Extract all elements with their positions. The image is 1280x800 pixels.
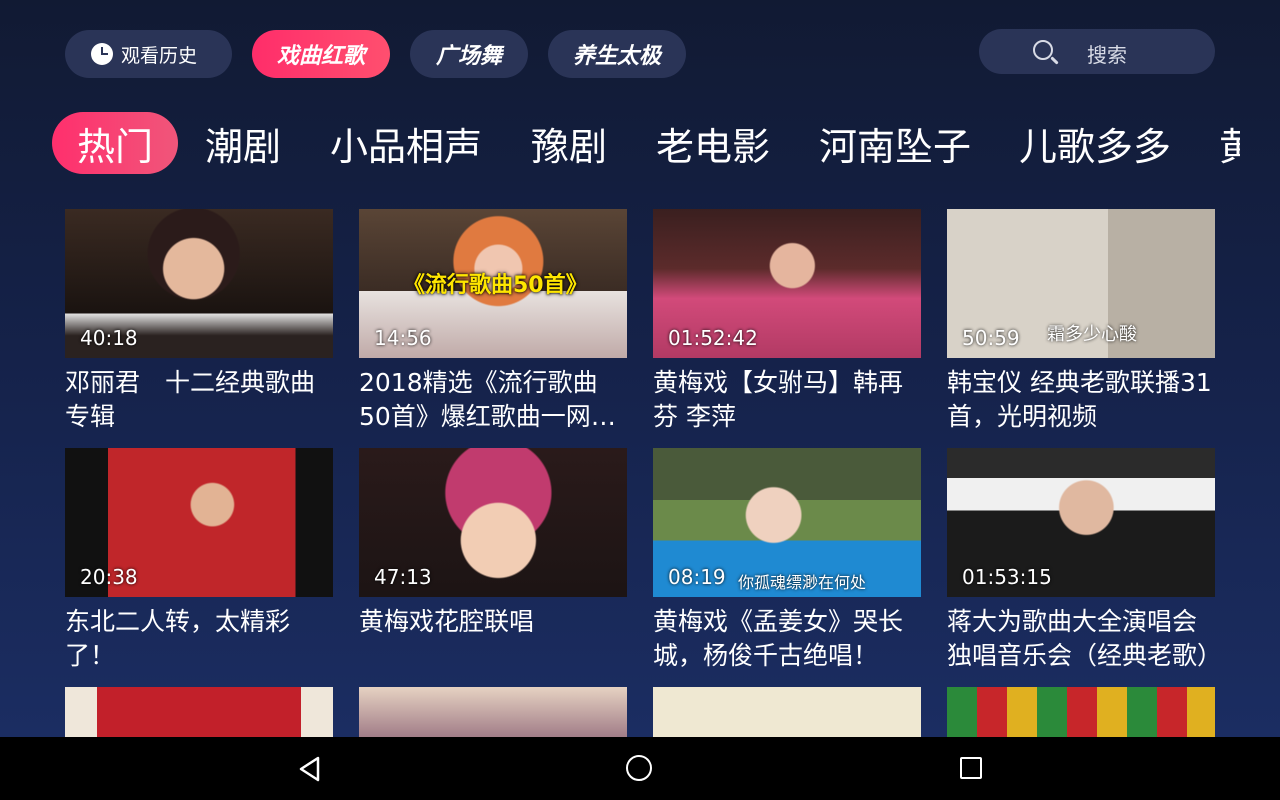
video-duration: 50:59 (962, 326, 1020, 350)
tab-henan-zhuizi[interactable]: 河南坠子 (819, 112, 971, 174)
video-title: 黄梅戏《孟姜女》哭长城，杨俊千古绝唱！ (653, 607, 904, 670)
video-thumbnail (359, 687, 627, 737)
video-grid: 40:18 邓丽君 十二经典歌曲专辑 《流行歌曲50首》 14:56 2018精… (0, 209, 1280, 737)
search-box[interactable]: 搜索 (979, 29, 1215, 74)
chip-taichi[interactable]: 养生太极 (548, 30, 686, 78)
tab-old-movies[interactable]: 老电影 (656, 112, 770, 174)
video-thumbnail (65, 687, 333, 737)
video-card[interactable]: 01:53:15 蒋大为歌曲大全演唱会独唱音乐会（经典老歌） (947, 448, 1215, 673)
video-card[interactable] (359, 687, 627, 737)
video-duration: 08:19 (668, 565, 726, 589)
top-bar: 观看历史 戏曲红歌 广场舞 养生太极 搜索 (0, 0, 1280, 100)
video-title: 黄梅戏【女驸马】韩再芬 李萍 (653, 368, 904, 431)
video-card[interactable]: 01:52:42 黄梅戏【女驸马】韩再芬 李萍 (653, 209, 921, 434)
recents-icon[interactable] (958, 755, 986, 783)
chip-square-dance[interactable]: 广场舞 (410, 30, 528, 78)
video-title: 黄梅戏花腔联唱 (359, 607, 535, 636)
tab-huangmei[interactable]: 黄 (1219, 112, 1240, 174)
thumbnail-caption: 霜多少心酸 (1047, 324, 1137, 345)
video-thumbnail: 01:52:42 (653, 209, 921, 358)
search-icon (1033, 40, 1053, 60)
video-thumbnail (947, 687, 1215, 737)
video-thumbnail: 霜多少心酸 50:59 (947, 209, 1215, 358)
video-title: 韩宝仪 经典老歌联播31首，光明视频 (947, 368, 1212, 431)
tab-hot[interactable]: 热门 (52, 112, 178, 174)
tab-kids-songs[interactable]: 儿歌多多 (1019, 112, 1171, 174)
video-title: 东北二人转，太精彩了！ (65, 607, 291, 670)
video-card[interactable]: 47:13 黄梅戏花腔联唱 (359, 448, 627, 673)
video-duration: 14:56 (374, 326, 432, 350)
search-placeholder: 搜索 (1087, 43, 1127, 67)
video-duration: 01:53:15 (962, 565, 1052, 589)
tab-henan-opera[interactable]: 豫剧 (531, 112, 607, 174)
clock-icon (91, 43, 113, 65)
chip-opera-red-songs[interactable]: 戏曲红歌 (252, 30, 390, 78)
thumbnail-caption: 你孤魂缥渺在何处 (738, 573, 867, 592)
video-thumbnail (653, 687, 921, 737)
category-tabs: 热门 潮剧 小品相声 豫剧 老电影 河南坠子 儿歌多多 黄 (0, 108, 1240, 178)
video-card[interactable]: 霜多少心酸 50:59 韩宝仪 经典老歌联播31首，光明视频 (947, 209, 1215, 434)
video-thumbnail: 《流行歌曲50首》 14:56 (359, 209, 627, 358)
video-thumbnail: 你孤魂缥渺在何处 08:19 (653, 448, 921, 597)
video-card[interactable]: 《流行歌曲50首》 14:56 2018精选《流行歌曲50首》爆红歌曲一网打尽 (359, 209, 627, 434)
video-card[interactable]: 你孤魂缥渺在何处 08:19 黄梅戏《孟姜女》哭长城，杨俊千古绝唱！ (653, 448, 921, 673)
video-card[interactable] (653, 687, 921, 737)
video-title: 2018精选《流行歌曲50首》爆红歌曲一网打尽 (359, 368, 616, 431)
tab-sketch-crosstalk[interactable]: 小品相声 (330, 112, 482, 174)
back-icon[interactable] (296, 755, 324, 783)
video-duration: 20:38 (80, 565, 138, 589)
thumbnail-caption: 《流行歌曲50首》 (403, 273, 588, 298)
video-card[interactable]: 40:18 邓丽君 十二经典歌曲专辑 (65, 209, 333, 434)
video-title: 邓丽君 十二经典歌曲专辑 (65, 368, 316, 431)
video-thumbnail: 20:38 (65, 448, 333, 597)
watch-history-button[interactable]: 观看历史 (65, 30, 232, 78)
watch-history-label: 观看历史 (121, 44, 198, 67)
system-nav-bar (0, 737, 1280, 800)
video-duration: 01:52:42 (668, 326, 758, 350)
video-thumbnail: 01:53:15 (947, 448, 1215, 597)
video-card[interactable]: 20:38 东北二人转，太精彩了！ (65, 448, 333, 673)
video-card[interactable] (947, 687, 1215, 737)
video-title: 蒋大为歌曲大全演唱会独唱音乐会（经典老歌） (947, 607, 1215, 670)
video-card[interactable] (65, 687, 333, 737)
home-icon[interactable] (626, 755, 654, 783)
video-duration: 40:18 (80, 326, 138, 350)
video-thumbnail: 40:18 (65, 209, 333, 358)
video-thumbnail: 47:13 (359, 448, 627, 597)
video-duration: 47:13 (374, 565, 432, 589)
tab-chaozhou-opera[interactable]: 潮剧 (205, 112, 281, 174)
